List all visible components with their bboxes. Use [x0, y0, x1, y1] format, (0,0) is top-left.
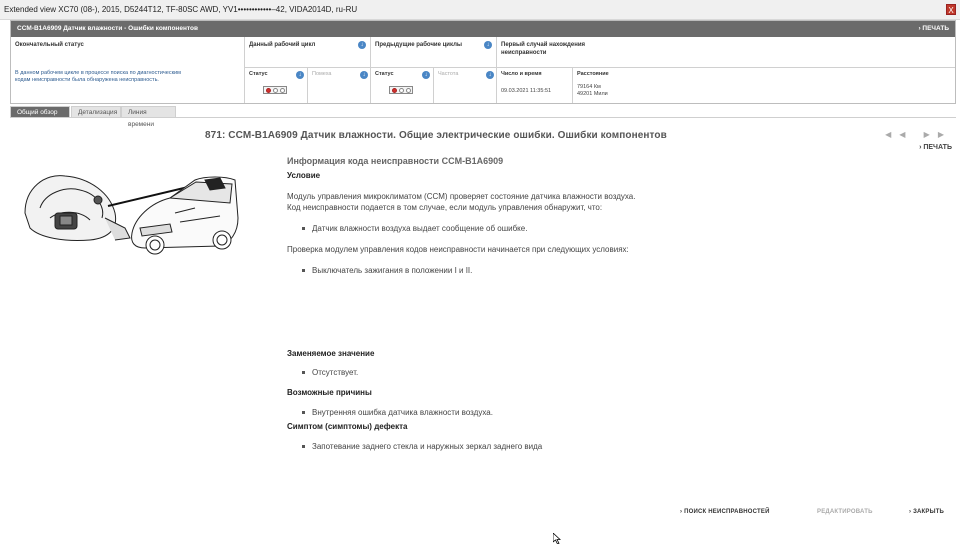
substitute-heading: Заменяемое значение [287, 349, 375, 358]
led-red-icon [392, 88, 397, 93]
led-off-icon [280, 88, 285, 93]
page-nav-arrows[interactable]: ◀◀ ▶▶ [885, 130, 952, 139]
led-red-icon [266, 88, 271, 93]
window-title: Extended view XC70 (08-), 2015, D5244T12… [4, 5, 358, 14]
edit-button[interactable]: РЕДАКТИРОВАТЬ [817, 509, 873, 515]
first-occurrence-label: Первый случай нахождения неисправности [501, 42, 586, 56]
first-occurrence-column: Первый случай нахождения неисправности Ч… [497, 37, 955, 103]
current-cycle-column: Данный рабочий цикл ↓ Статус ↓ Помеха ↓ [245, 37, 371, 103]
condition-paragraph: Модуль управления микроклиматом (CCM) пр… [287, 192, 636, 201]
datetime-label: Число и время [501, 71, 542, 77]
dtc-status-panel: CCM-B1A6909 Датчик влажности - Ошибки ко… [10, 20, 956, 104]
mouse-cursor-icon [553, 533, 561, 544]
sensor-car-illustration [24, 175, 239, 255]
header-print-button[interactable]: › ПЕЧАТЬ [918, 21, 949, 37]
tab-divider [10, 117, 956, 118]
current-interference-cell: Помеха ↓ [308, 67, 371, 103]
list-item: Датчик влажности воздуха выдает сообщени… [287, 223, 927, 234]
status-label: Статус [249, 71, 268, 77]
previous-status-cell: Статус ↓ [371, 67, 434, 103]
current-status-cell: Статус ↓ [245, 67, 308, 103]
frequency-label: Частота [438, 71, 459, 77]
info-icon[interactable]: ↓ [484, 41, 492, 49]
search-faults-button[interactable]: › ПОИСК НЕИСПРАВНОСТЕЙ [680, 509, 770, 515]
document-title: 871: CCM-B1A6909 Датчик влажности. Общие… [205, 130, 667, 141]
document-print-button[interactable]: › ПЕЧАТЬ [919, 144, 952, 151]
previous-cycles-label: Предыдущие рабочие циклы [375, 42, 463, 48]
condition-paragraph: Код неисправности подается в том случае,… [287, 203, 603, 212]
distance-km-value: 79164 Км [577, 84, 601, 90]
list-item: Внутренняя ошибка датчика влажности возд… [287, 407, 927, 418]
status-led-indicator [389, 86, 413, 94]
close-window-button[interactable]: X [946, 4, 956, 15]
current-cycle-label: Данный рабочий цикл [249, 42, 316, 48]
dtc-header: CCM-B1A6909 Датчик влажности - Ошибки ко… [11, 21, 955, 37]
condition-heading: Условие [287, 171, 321, 180]
info-icon[interactable]: ↓ [358, 41, 366, 49]
final-status-column: Окончательный статус В данном рабочем ци… [11, 37, 245, 103]
close-button[interactable]: › ЗАКРЫТЬ [909, 509, 944, 515]
final-status-text: В данном рабочем цикле в процессе поиска… [15, 70, 181, 83]
previous-frequency-cell: Частота ↓ [434, 67, 497, 103]
status-label: Статус [375, 71, 394, 77]
datetime-value: 09.03.2021 11:35:51 [501, 88, 552, 94]
dtc-header-title: CCM-B1A6909 Датчик влажности - Ошибки ко… [17, 25, 198, 32]
list-item: Выключатель зажигания в положении I и II… [287, 265, 927, 276]
final-status-label: Окончательный статус [15, 42, 84, 48]
causes-heading: Возможные причины [287, 388, 372, 397]
interference-label: Помеха [312, 71, 332, 77]
list-item: Запотевание заднего стекла и наружных зе… [287, 441, 927, 452]
distance-miles-value: 49201 Мили [577, 91, 608, 97]
symptoms-heading: Симптом (симптомы) дефекта [287, 422, 408, 431]
datetime-cell: Число и время 09.03.2021 11:35:51 [497, 67, 573, 103]
distance-cell: Расстояние 79164 Км 49201 Мили [573, 67, 955, 103]
list-item: Отсутствует. [287, 367, 927, 378]
previous-cycles-column: Предыдущие рабочие циклы ↓ Статус ↓ Част… [371, 37, 497, 103]
info-icon[interactable]: ↓ [360, 71, 368, 79]
distance-label: Расстояние [577, 71, 609, 77]
status-led-indicator [263, 86, 287, 94]
led-off-icon [273, 88, 278, 93]
led-off-icon [406, 88, 411, 93]
info-icon[interactable]: ↓ [422, 71, 430, 79]
check-paragraph: Проверка модулем управления кодов неиспр… [287, 245, 629, 254]
info-icon[interactable]: ↓ [486, 71, 494, 79]
info-icon[interactable]: ↓ [296, 71, 304, 79]
info-heading: Информация кода неисправности CCM-B1A690… [287, 156, 504, 166]
led-off-icon [399, 88, 404, 93]
window-titlebar: Extended view XC70 (08-), 2015, D5244T12… [0, 0, 960, 20]
document-body: Информация кода неисправности CCM-B1A690… [287, 156, 927, 452]
